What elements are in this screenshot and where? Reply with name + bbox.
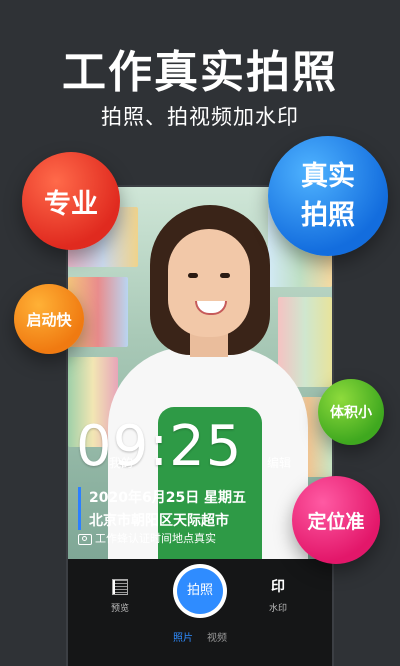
tab-mine[interactable]: 我的 (109, 454, 133, 471)
real-photo-line2: 拍照 (301, 200, 355, 231)
gallery-preview-icon (112, 579, 128, 595)
watermark-label: 水印 (268, 604, 287, 614)
promo-subtitle: 拍照、拍视频加水印 (101, 105, 299, 129)
mode-video-tab[interactable]: 视频 (207, 629, 227, 644)
feature-bubble-fast-start: 启动快 (14, 284, 84, 354)
watermark-button[interactable]: 印 水印 (260, 579, 296, 614)
feature-bubble-professional: 专业 (22, 152, 120, 250)
preview-button[interactable]: 预览 (102, 579, 138, 614)
shutter-label: 拍照 (177, 568, 223, 614)
watermark-info: 2020年6月25日 星期五 北京市朝阳区天际超市 (78, 487, 246, 530)
camera-icon (78, 533, 92, 545)
preview-label: 预览 (110, 604, 129, 614)
watermark-time: 09:25 (76, 414, 243, 479)
phone-mockup: 09:25 2020年6月25日 星期五 北京市朝阳区天际超市 工作蜂认证时间地… (68, 187, 332, 666)
smile (195, 301, 227, 315)
feature-bubble-real-photo: 真实 拍照 (268, 136, 388, 256)
watermark-note-text: 工作蜂认证时间地点真实 (95, 532, 216, 545)
watermark-icon: 印 (271, 579, 285, 595)
watermark-verification: 工作蜂认证时间地点真实 (78, 530, 216, 546)
mode-photo-tab[interactable]: 照片 (173, 629, 193, 644)
shutter-button[interactable]: 拍照 (173, 564, 227, 618)
watermark-date: 2020年6月25日 星期五 (89, 490, 247, 506)
camera-controls: 预览 拍照 印 水印 照片 视频 (68, 559, 332, 666)
tab-edit[interactable]: 编辑 (267, 454, 291, 471)
feature-bubble-small-size: 体积小 (318, 379, 384, 445)
eye (188, 273, 198, 278)
feature-bubble-accurate-location: 定位准 (292, 476, 380, 564)
eye (220, 273, 230, 278)
person-face (168, 229, 250, 337)
promo-title: 工作真实拍照 (62, 47, 338, 98)
watermark-location: 北京市朝阳区天际超市 (89, 513, 229, 529)
real-photo-line1: 真实 (301, 160, 355, 192)
